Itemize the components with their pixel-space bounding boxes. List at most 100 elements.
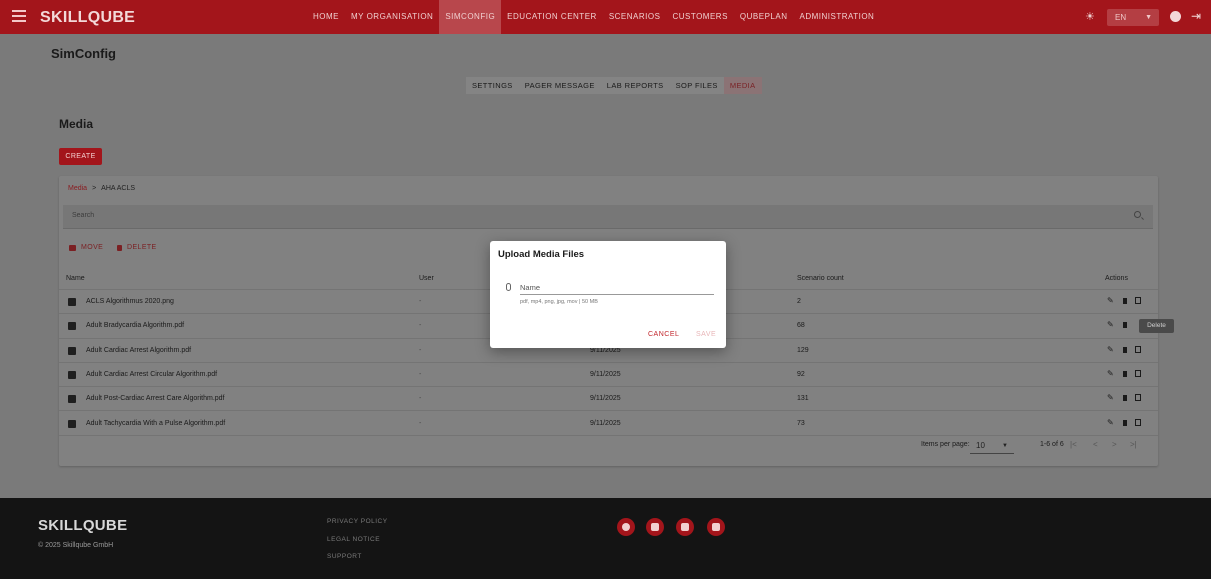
- search-input[interactable]: Search: [63, 205, 1153, 229]
- name-input[interactable]: [520, 279, 714, 296]
- footer-logo: SKILLQUBE: [38, 517, 128, 534]
- edit-icon[interactable]: ✎: [1107, 418, 1115, 427]
- tab-pager-message[interactable]: PAGER MESSAGE: [519, 77, 601, 94]
- next-page-icon[interactable]: >: [1112, 440, 1117, 449]
- breadcrumb-media-link[interactable]: Media: [68, 185, 87, 192]
- page-range: 1-6 of 6: [1040, 441, 1064, 448]
- items-per-page-select[interactable]: 10 ▼: [970, 438, 1014, 454]
- delete-icon[interactable]: [1123, 395, 1127, 402]
- subtabs: SETTINGS PAGER MESSAGE LAB REPORTS SOP F…: [466, 77, 762, 94]
- sun-icon[interactable]: ☀: [1085, 11, 1097, 23]
- delete-tooltip: Delete: [1139, 319, 1174, 333]
- table-row[interactable]: Adult Tachycardia With a Pulse Algorithm…: [59, 412, 1158, 436]
- page-title: SimConfig: [51, 46, 116, 61]
- nav-qubeplan[interactable]: QUBEPLAN: [734, 0, 794, 34]
- menu-icon[interactable]: [12, 10, 26, 22]
- copy-icon[interactable]: [1135, 297, 1141, 304]
- items-per-page-value: 10: [976, 441, 985, 450]
- account-icon[interactable]: [1170, 11, 1181, 22]
- delete-icon[interactable]: [1123, 298, 1127, 304]
- nav-scenarios[interactable]: SCENARIOS: [603, 0, 667, 34]
- table-row[interactable]: Adult Cardiac Arrest Circular Algorithm.…: [59, 363, 1158, 388]
- row-count: 68: [797, 322, 805, 330]
- edit-icon[interactable]: ✎: [1107, 369, 1115, 378]
- support-link[interactable]: SUPPORT: [327, 553, 362, 560]
- search-placeholder: Search: [72, 212, 95, 219]
- edit-icon[interactable]: ✎: [1107, 321, 1115, 329]
- tab-settings[interactable]: SETTINGS: [466, 77, 519, 94]
- legal-notice-link[interactable]: LEGAL NOTICE: [327, 536, 380, 543]
- copyright: © 2025 Skillqube GmbH: [38, 542, 114, 549]
- tab-sop-files[interactable]: SOP FILES: [670, 77, 724, 94]
- nav-education-center[interactable]: EDUCATION CENTER: [501, 0, 603, 34]
- language-select[interactable]: EN ▼: [1107, 9, 1159, 26]
- delete-label: DELETE: [127, 244, 157, 251]
- pdf-icon: [68, 346, 76, 355]
- move-button[interactable]: MOVE: [69, 244, 103, 251]
- row-name: Adult Post-Cardiac Arrest Care Algorithm…: [86, 395, 225, 403]
- copy-icon[interactable]: [1135, 369, 1141, 377]
- tab-lab-reports[interactable]: LAB REPORTS: [601, 77, 670, 94]
- row-user: -: [419, 346, 422, 354]
- row-count: 2: [797, 298, 801, 305]
- row-name: ACLS Algorithmus 2020.png: [86, 298, 174, 305]
- attachment-icon[interactable]: [506, 283, 511, 291]
- row-actions: ✎: [1107, 394, 1141, 402]
- app-logo[interactable]: SKILLQUBE: [40, 9, 135, 27]
- upload-media-dialog: Upload Media Files pdf, mp4, png, jpg, m…: [490, 241, 726, 348]
- prev-page-icon[interactable]: <: [1093, 440, 1098, 449]
- row-user: -: [419, 322, 422, 330]
- privacy-policy-link[interactable]: PRIVACY POLICY: [327, 518, 388, 525]
- name-field[interactable]: [520, 277, 714, 296]
- delete-icon[interactable]: [1123, 322, 1127, 329]
- delete-icon[interactable]: [1123, 419, 1127, 426]
- last-page-icon[interactable]: >|: [1130, 440, 1137, 449]
- row-user: -: [419, 370, 422, 378]
- linkedin-icon[interactable]: [676, 518, 694, 536]
- copy-icon[interactable]: [1135, 345, 1141, 353]
- row-actions: ✎: [1107, 369, 1141, 378]
- instagram-icon[interactable]: [646, 518, 664, 536]
- column-user[interactable]: User: [419, 275, 434, 282]
- edit-icon[interactable]: ✎: [1107, 345, 1115, 354]
- column-actions: Actions: [1105, 275, 1128, 282]
- pdf-icon: [68, 370, 76, 379]
- row-count: 129: [797, 346, 809, 354]
- delete-icon[interactable]: [1123, 370, 1127, 377]
- column-scenario-count[interactable]: Scenario count: [797, 275, 844, 282]
- facebook-icon[interactable]: [617, 518, 635, 536]
- breadcrumb-separator: >: [92, 185, 97, 192]
- delete-button[interactable]: DELETE: [117, 244, 157, 251]
- pdf-icon: [68, 419, 76, 428]
- column-name[interactable]: Name: [66, 275, 85, 282]
- nav-simconfig[interactable]: SIMCONFIG: [439, 0, 502, 34]
- edit-icon[interactable]: ✎: [1107, 394, 1115, 402]
- row-name: Adult Tachycardia With a Pulse Algorithm…: [86, 419, 226, 427]
- row-user: -: [419, 419, 422, 427]
- nav-home[interactable]: HOME: [307, 0, 345, 34]
- nav-my-organisation[interactable]: MY ORGANISATION: [345, 0, 439, 34]
- save-button[interactable]: SAVE: [696, 331, 716, 338]
- cancel-button[interactable]: CANCEL: [648, 331, 679, 338]
- nav-administration[interactable]: ADMINISTRATION: [793, 0, 880, 34]
- edit-icon[interactable]: ✎: [1107, 297, 1115, 305]
- section-title: Media: [59, 117, 94, 131]
- copy-icon[interactable]: [1135, 418, 1141, 426]
- trash-icon: [117, 244, 122, 251]
- copy-icon[interactable]: [1135, 394, 1141, 402]
- chevron-down-icon: ▼: [1145, 14, 1152, 21]
- move-label: MOVE: [81, 244, 104, 251]
- table-row[interactable]: Adult Post-Cardiac Arrest Care Algorithm…: [59, 387, 1158, 412]
- image-icon: [68, 298, 76, 306]
- row-name: Adult Cardiac Arrest Algorithm.pdf: [86, 346, 192, 354]
- logout-icon[interactable]: ⇥: [1191, 10, 1201, 22]
- tab-media[interactable]: MEDIA: [723, 77, 762, 94]
- row-count: 131: [797, 395, 809, 403]
- first-page-icon[interactable]: |<: [1070, 440, 1077, 449]
- create-button[interactable]: CREATE: [59, 148, 102, 165]
- search-icon[interactable]: [1134, 211, 1141, 218]
- youtube-icon[interactable]: [707, 518, 725, 536]
- delete-icon[interactable]: [1123, 346, 1127, 353]
- nav-customers[interactable]: CUSTOMERS: [666, 0, 733, 34]
- row-user: -: [419, 395, 422, 403]
